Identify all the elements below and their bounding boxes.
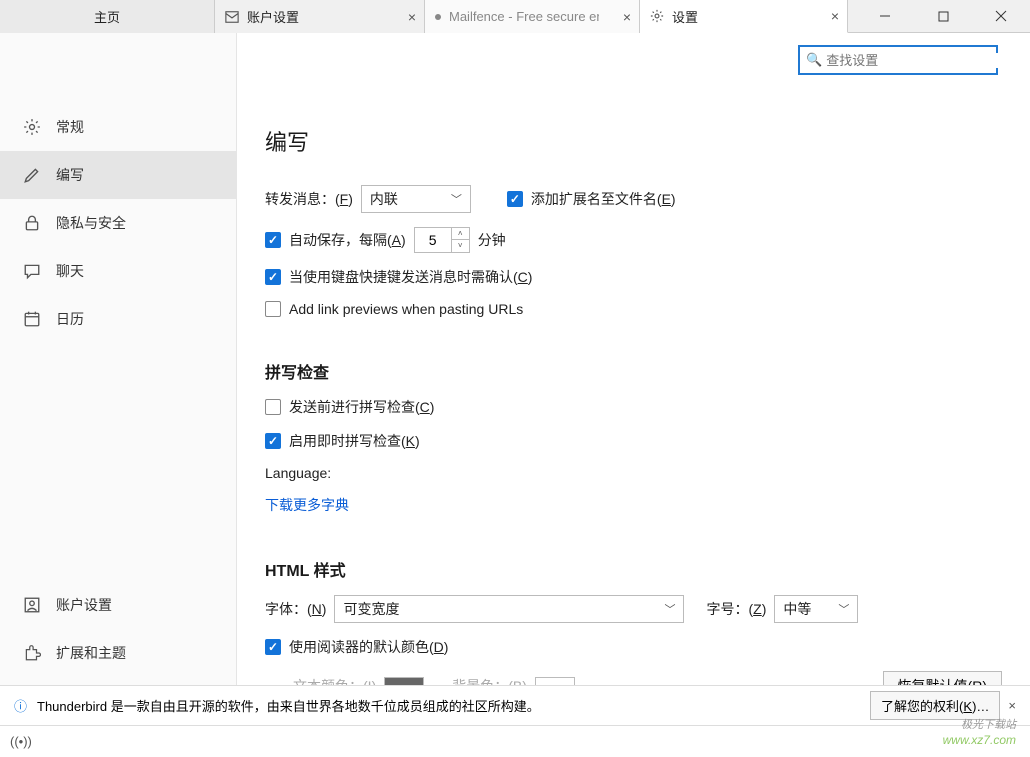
autosave-input[interactable] (415, 232, 451, 248)
spell-inline-checkbox[interactable] (265, 433, 281, 449)
signal-icon[interactable]: ((•)) (10, 734, 32, 749)
lock-icon (22, 214, 42, 232)
gear-icon (22, 118, 42, 136)
sidebar-item-extensions[interactable]: 扩展和主题 (0, 629, 236, 677)
tab-home-label: 主页 (94, 7, 120, 26)
pencil-icon (22, 166, 42, 184)
spell-inline-label: 启用即时拼写检查(K) (289, 431, 420, 451)
size-select[interactable]: 中等﹀ (774, 595, 858, 623)
forward-label: 转发消息：(F) (265, 189, 353, 209)
sidebar-item-calendar[interactable]: 日历 (0, 295, 236, 343)
window-controls (856, 0, 1030, 32)
sidebar-label-privacy: 隐私与安全 (56, 213, 126, 233)
font-select[interactable]: 可变宽度﹀ (334, 595, 684, 623)
tab-dot-icon (435, 14, 441, 20)
gear-icon (650, 9, 664, 23)
tab-account[interactable]: 账户设置 × (215, 0, 425, 33)
chevron-down-icon: ﹀ (451, 191, 462, 207)
search-box[interactable]: 🔍 (798, 45, 998, 75)
close-icon[interactable]: × (623, 9, 631, 25)
sidebar-label-compose: 编写 (56, 165, 84, 185)
chat-icon (22, 262, 42, 280)
confirm-send-label: 当使用键盘快捷键发送消息时需确认(C) (289, 267, 532, 287)
content: 🔍 编写 转发消息：(F) 内联﹀ 添加扩展名至文件名(E) 自动保存，每隔(A… (237, 33, 1030, 693)
sidebar-label-account-settings: 账户设置 (56, 595, 112, 615)
confirm-send-checkbox[interactable] (265, 269, 281, 285)
sidebar-item-compose[interactable]: 编写 (0, 151, 236, 199)
sidebar-label-general: 常规 (56, 117, 84, 137)
titlebar: 主页 账户设置 × Mailfence - Free secure em × 设… (0, 0, 1030, 33)
add-extension-checkbox[interactable] (507, 191, 523, 207)
font-label: 字体：(N) (265, 599, 326, 619)
autosave-checkbox[interactable] (265, 232, 281, 248)
sidebar: 常规 编写 隐私与安全 聊天 日历 账户设置 扩展和主题 (0, 33, 237, 693)
maximize-button[interactable] (914, 0, 972, 32)
reader-color-checkbox[interactable] (265, 639, 281, 655)
link-preview-checkbox[interactable] (265, 301, 281, 317)
autosave-unit: 分钟 (478, 230, 506, 250)
spell-title: 拼写检查 (265, 359, 1002, 383)
footer-message: Thunderbird 是一款自由且开源的软件，由来自世界各地数千位成员组成的社… (37, 696, 540, 715)
sidebar-item-account-settings[interactable]: 账户设置 (0, 581, 236, 629)
puzzle-icon (22, 644, 42, 662)
chevron-down-icon: ﹀ (664, 601, 675, 617)
close-icon[interactable]: × (1008, 698, 1016, 713)
tab-settings-label: 设置 (672, 7, 698, 26)
rights-button[interactable]: 了解您的权利(K)… (870, 691, 1000, 720)
forward-select[interactable]: 内联﹀ (361, 185, 471, 213)
sidebar-label-chat: 聊天 (56, 261, 84, 281)
add-extension-label: 添加扩展名至文件名(E) (531, 189, 676, 209)
close-icon[interactable]: × (831, 8, 839, 24)
sidebar-item-chat[interactable]: 聊天 (0, 247, 236, 295)
download-dict-link[interactable]: 下载更多字典 (265, 495, 349, 515)
size-label: 字号：(Z) (706, 599, 766, 619)
calendar-icon (22, 310, 42, 328)
info-icon: ⓘ (14, 696, 27, 715)
search-input[interactable] (826, 53, 1002, 68)
minimize-button[interactable] (856, 0, 914, 32)
tab-account-label: 账户设置 (247, 7, 299, 26)
sidebar-item-privacy[interactable]: 隐私与安全 (0, 199, 236, 247)
autosave-stepper[interactable]: ˄˅ (414, 227, 470, 253)
html-style-title: HTML 样式 (265, 557, 1002, 581)
reader-color-label: 使用阅读器的默认颜色(D) (289, 637, 448, 657)
tab-mailfence[interactable]: Mailfence - Free secure em × (425, 0, 640, 33)
tab-settings[interactable]: 设置 × (640, 0, 848, 33)
language-label: Language: (265, 465, 331, 481)
search-icon: 🔍 (806, 52, 822, 68)
account-box-icon (22, 596, 42, 614)
stepper-up-icon[interactable]: ˄ (452, 228, 469, 240)
spell-before-label: 发送前进行拼写检查(C) (289, 397, 434, 417)
tab-mailfence-label: Mailfence - Free secure em (449, 9, 599, 24)
autosave-label: 自动保存，每隔(A) (289, 230, 406, 250)
account-icon (225, 10, 239, 24)
stepper-down-icon[interactable]: ˅ (452, 240, 469, 252)
spell-before-checkbox[interactable] (265, 399, 281, 415)
tab-home[interactable]: 主页 (0, 0, 215, 33)
chevron-down-icon: ﹀ (838, 601, 849, 617)
statusbar: ((•)) (0, 725, 1030, 757)
link-preview-label: Add link previews when pasting URLs (289, 301, 523, 317)
sidebar-item-general[interactable]: 常规 (0, 103, 236, 151)
sidebar-label-extensions: 扩展和主题 (56, 643, 126, 663)
sidebar-label-calendar: 日历 (56, 309, 84, 329)
footer-bar: ⓘ Thunderbird 是一款自由且开源的软件，由来自世界各地数千位成员组成… (0, 685, 1030, 725)
close-button[interactable] (972, 0, 1030, 32)
close-icon[interactable]: × (408, 9, 416, 25)
page-title: 编写 (265, 125, 1002, 157)
